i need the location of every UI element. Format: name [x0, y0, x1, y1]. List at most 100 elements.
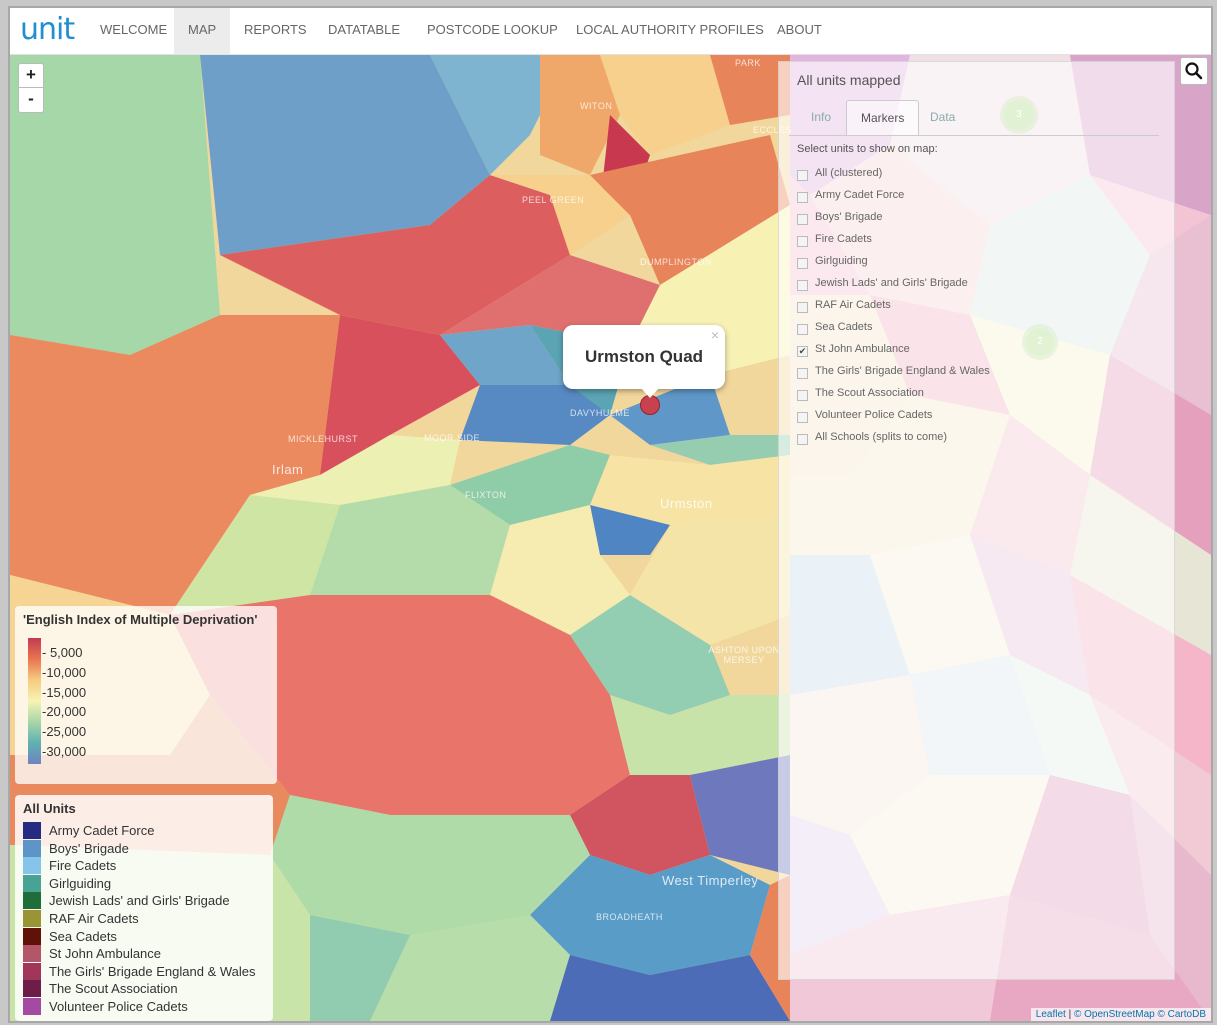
legend-label: Jewish Lads' and Girls' Brigade	[49, 893, 230, 909]
imd-tick-label: -15,000	[42, 685, 87, 700]
checkbox[interactable]	[797, 368, 808, 379]
imd-tick-label: -10,000	[42, 665, 87, 680]
checkbox-label: The Scout Association	[815, 387, 924, 399]
checkbox-label: RAF Air Cadets	[815, 299, 891, 311]
legend-label: Volunteer Police Cadets	[49, 999, 188, 1014]
map-place-label: DUMPLINGTON	[640, 257, 712, 267]
all-units-legend: All Units Army Cadet Force Boys' Brigade F…	[15, 795, 273, 1021]
legend-label: The Scout Association	[49, 981, 178, 997]
checkbox[interactable]	[797, 170, 808, 181]
checkbox[interactable]	[797, 390, 808, 401]
nav-about[interactable]: ABOUT	[763, 8, 836, 54]
legend-swatch	[23, 910, 41, 927]
checkbox[interactable]	[797, 412, 808, 423]
nav-local-authority-profiles[interactable]: LOCAL AUTHORITY PROFILES	[562, 8, 778, 54]
unit-logo[interactable]: unit	[20, 12, 75, 47]
attribution-separator: |	[1065, 1009, 1074, 1020]
checkbox[interactable]	[797, 214, 808, 225]
legend-swatch	[23, 980, 41, 998]
imd-tick-label: - 5,000	[42, 645, 83, 660]
popup-tip	[641, 388, 659, 398]
checkbox-label: St John Ambulance	[815, 343, 910, 355]
choropleth-map[interactable]: PARK WITON ECCLES PEEL GREEN DUMPLINGTON…	[10, 55, 1211, 1021]
checkbox-label: Army Cadet Force	[815, 189, 905, 201]
map-place-label: ASHTON UPON MERSEY	[708, 645, 780, 665]
legend-label: Boys' Brigade	[49, 840, 129, 856]
checkbox-label: Volunteer Police Cadets	[815, 409, 933, 421]
checkbox-label: Sea Cadets	[815, 321, 873, 333]
legend-swatch	[23, 945, 41, 963]
checkbox-label: All (clustered)	[815, 167, 883, 179]
map-place-label: MOOR SIDE	[424, 433, 481, 443]
checkbox-label: Jewish Lads' and Girls' Brigade	[815, 277, 968, 289]
popup-close-icon[interactable]: ×	[711, 327, 719, 343]
checkbox-checked[interactable]: ✔	[797, 346, 808, 357]
map-place-label: PEEL GREEN	[522, 195, 585, 205]
tab-data[interactable]: Data	[916, 100, 969, 134]
legend-label: Girlguiding	[49, 875, 112, 891]
map-place-label: WITON	[580, 101, 613, 111]
leaflet-link[interactable]: Leaflet	[1036, 1009, 1066, 1020]
openstreetmap-link[interactable]: © OpenStreetMap	[1074, 1009, 1155, 1020]
checkbox[interactable]	[797, 258, 808, 269]
legend-swatch	[23, 857, 41, 875]
checkbox-label: Boys' Brigade	[815, 211, 883, 223]
legend-label: Sea Cadets	[49, 928, 117, 944]
checkbox[interactable]	[797, 236, 808, 247]
legend-label: RAF Air Cadets	[49, 911, 139, 926]
checkbox[interactable]	[797, 324, 808, 335]
zoom-out-button[interactable]: -	[18, 87, 44, 113]
checkbox[interactable]	[797, 280, 808, 291]
app-frame: unit WELCOME MAP REPORTS DATATABLE POSTC…	[8, 6, 1213, 1023]
imd-color-ramp	[28, 638, 41, 764]
map-place-label: DAVYHULME	[570, 408, 630, 418]
legend-swatch	[23, 822, 41, 839]
map-place-label: MICKLEHURST	[288, 434, 359, 444]
tab-divider	[789, 135, 1159, 136]
legend-label: St John Ambulance	[49, 946, 162, 962]
imd-tick-label: -30,000	[42, 744, 87, 759]
map-place-label: BROADHEATH	[596, 912, 663, 922]
select-units-label: Select units to show on map:	[797, 143, 938, 155]
cartodb-link[interactable]: © CartoDB	[1158, 1009, 1207, 1020]
nav-reports[interactable]: REPORTS	[230, 8, 321, 54]
search-button[interactable]	[1180, 57, 1208, 85]
search-icon	[1185, 62, 1203, 80]
imd-tick-label: -25,000	[42, 724, 87, 739]
map-place-label: Urmston	[660, 496, 713, 511]
tab-info[interactable]: Info	[797, 100, 845, 134]
nav-postcode-lookup[interactable]: POSTCODE LOOKUP	[413, 8, 572, 54]
checkbox[interactable]	[797, 434, 808, 445]
nav-datatable[interactable]: DATATABLE	[314, 8, 414, 54]
nav-welcome[interactable]: WELCOME	[86, 8, 181, 54]
checkbox-label: Girlguiding	[815, 255, 868, 267]
units-legend-title: All Units	[23, 801, 76, 816]
map-place-label: PARK	[735, 58, 761, 68]
legend-swatch	[23, 962, 41, 980]
map-popup: Urmston Quad ×	[563, 325, 725, 389]
map-place-label: Irlam	[272, 462, 304, 477]
checkbox-label: All Schools (splits to come)	[815, 431, 948, 443]
legend-swatch	[23, 874, 41, 892]
zoom-in-button[interactable]: +	[18, 63, 44, 89]
map-place-label: West Timperley	[662, 873, 759, 888]
map-attribution: Leaflet | © OpenStreetMap © CartoDB	[1030, 1008, 1211, 1021]
checkbox[interactable]	[797, 192, 808, 203]
popup-title: Urmston Quad	[584, 347, 704, 366]
map-place-label: Flixton	[465, 490, 507, 500]
imd-legend-title: 'English Index of Multiple Deprivation'	[23, 612, 258, 627]
legend-label: The Girls' Brigade England & Wales	[49, 963, 256, 979]
imd-tick-label: -20,000	[42, 704, 87, 719]
legend-swatch	[23, 892, 41, 910]
tab-markers[interactable]: Markers	[846, 100, 920, 135]
legend-label: Army Cadet Force	[49, 823, 155, 838]
legend-label: Fire Cadets	[49, 858, 117, 874]
legend-swatch	[23, 998, 41, 1015]
checkbox[interactable]	[797, 302, 808, 313]
top-navbar: unit WELCOME MAP REPORTS DATATABLE POSTC…	[10, 8, 1211, 55]
imd-legend: 'English Index of Multiple Deprivation' …	[15, 606, 277, 784]
panel-title: All units mapped	[797, 72, 901, 88]
nav-map[interactable]: MAP	[174, 8, 231, 54]
checkbox-label: Fire Cadets	[815, 233, 872, 245]
map-marker[interactable]	[640, 395, 660, 415]
